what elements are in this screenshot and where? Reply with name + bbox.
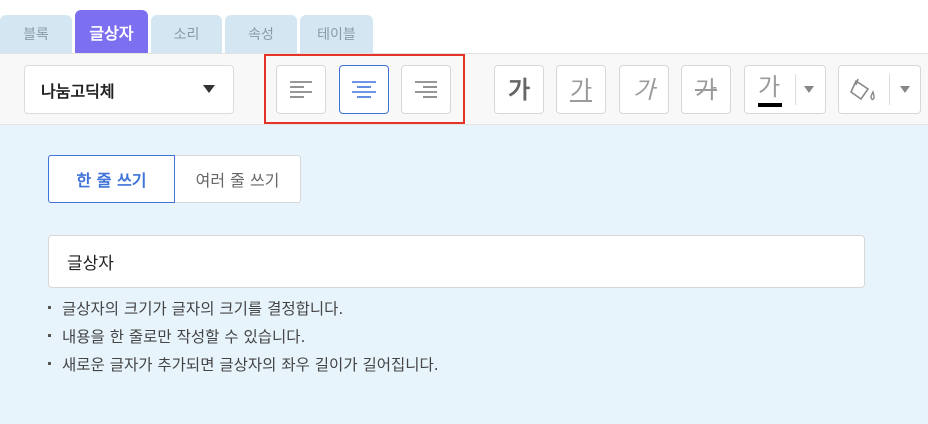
align-right-icon: [415, 80, 437, 98]
tab-textbox[interactable]: 글상자: [75, 10, 148, 53]
list-item: 글상자의 크기가 글자의 크기를 결정합니다.: [46, 295, 439, 323]
bullet-icon: [48, 362, 51, 365]
fill-color-picker[interactable]: [838, 65, 921, 114]
tab-sound[interactable]: 소리: [151, 15, 222, 53]
bold-icon: 가: [507, 75, 531, 104]
strikethrough-button[interactable]: 가: [681, 65, 731, 114]
text-color-button[interactable]: 가: [745, 66, 795, 113]
bold-button[interactable]: 가: [494, 65, 544, 114]
text-toolbar: 나눔고딕체 가 가 가 가 가: [0, 53, 928, 125]
align-center-icon: [352, 80, 376, 98]
note-text: 글상자의 크기가 글자의 크기를 결정합니다.: [62, 300, 344, 318]
fill-color-dropdown-icon[interactable]: [900, 86, 910, 93]
align-center-button[interactable]: [339, 65, 389, 114]
align-right-button[interactable]: [401, 65, 451, 114]
caret-down-icon: [203, 85, 215, 93]
bullet-icon: [48, 306, 51, 309]
tab-table[interactable]: 테이블: [300, 15, 373, 53]
text-color-dropdown-icon[interactable]: [804, 86, 814, 93]
text-color-picker[interactable]: 가: [744, 65, 826, 114]
list-item: 내용을 한 줄로만 작성할 수 있습니다.: [46, 323, 439, 351]
font-family-value: 나눔고딕체: [41, 81, 115, 101]
object-tabs: 블록 글상자 소리 속성 테이블: [0, 0, 928, 53]
italic-button[interactable]: 가: [619, 65, 669, 114]
align-left-icon: [290, 80, 312, 98]
underline-button[interactable]: 가: [556, 65, 606, 114]
underline-icon: 가: [569, 75, 593, 104]
align-left-button[interactable]: [276, 65, 326, 114]
help-notes: 글상자의 크기가 글자의 크기를 결정합니다. 내용을 한 줄로만 작성할 수 …: [46, 295, 439, 379]
paint-bucket-icon: [849, 78, 875, 100]
divider: [795, 74, 796, 105]
tab-block[interactable]: 블록: [0, 15, 72, 53]
fill-color-button[interactable]: [839, 66, 889, 113]
single-line-mode-button[interactable]: 한 줄 쓰기: [48, 155, 175, 203]
textbox-properties-panel: 한 줄 쓰기 여러 줄 쓰기 글상자의 크기가 글자의 크기를 결정합니다. 내…: [0, 125, 928, 424]
font-family-select[interactable]: 나눔고딕체: [24, 65, 234, 114]
multi-line-mode-button[interactable]: 여러 줄 쓰기: [175, 155, 301, 203]
writing-mode-tabs: 한 줄 쓰기 여러 줄 쓰기: [48, 155, 301, 203]
text-color-swatch: [758, 102, 782, 107]
strikethrough-icon: 가: [694, 75, 718, 104]
list-item: 새로운 글자가 추가되면 글상자의 좌우 길이가 길어집니다.: [46, 351, 439, 379]
bullet-icon: [48, 334, 51, 337]
note-text: 새로운 글자가 추가되면 글상자의 좌우 길이가 길어집니다.: [62, 356, 439, 374]
note-text: 내용을 한 줄로만 작성할 수 있습니다.: [62, 328, 306, 346]
tab-properties[interactable]: 속성: [225, 15, 297, 53]
textbox-content-input[interactable]: [48, 235, 865, 288]
italic-icon: 가: [632, 75, 656, 104]
text-color-icon: 가: [758, 72, 781, 101]
divider: [889, 74, 890, 105]
